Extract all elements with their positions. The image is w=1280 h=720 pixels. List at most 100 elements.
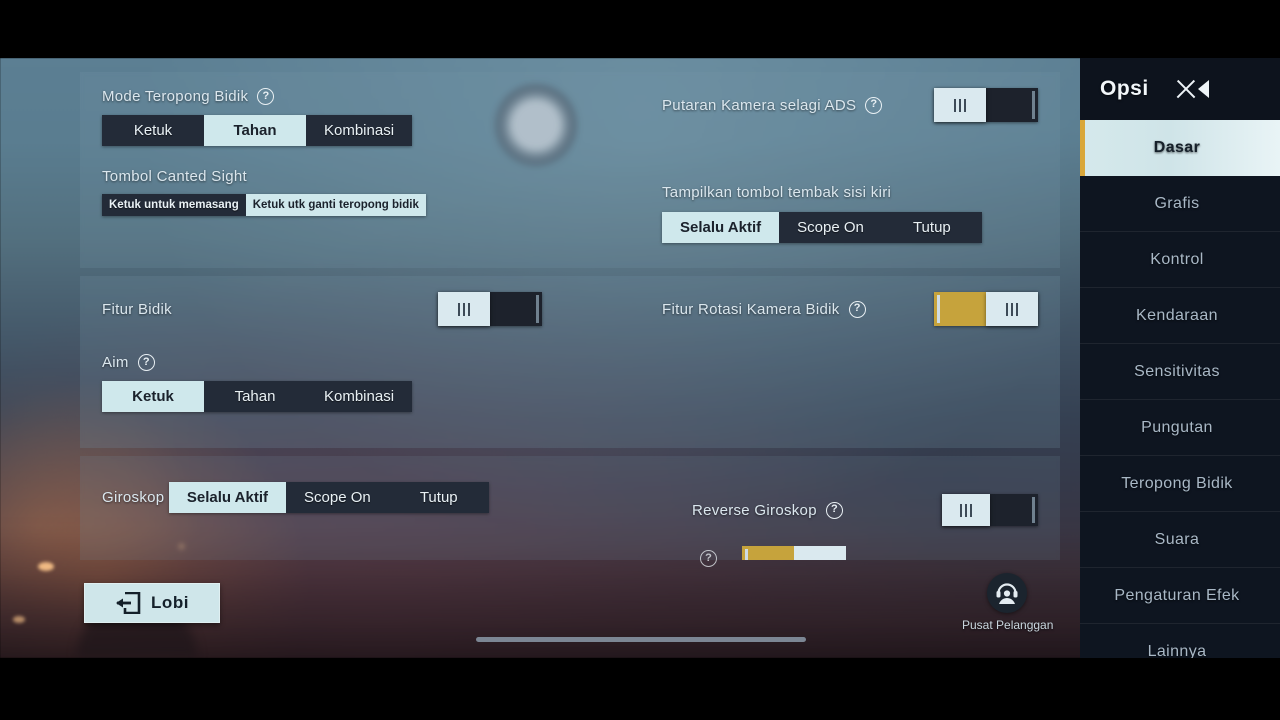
sidebar-item-label: Kendaraan (1136, 306, 1218, 324)
panel2-right-column: Fitur Rotasi Kamera Bidik ? (662, 292, 1038, 412)
aim-option-ketuk[interactable]: Ketuk (102, 381, 204, 412)
gyroscope-option-close[interactable]: Tutup (389, 482, 489, 513)
background-spark (12, 616, 25, 623)
camera-rotation-ads-label: Putaran Kamera selagi ADS (662, 96, 857, 114)
toggle-endcap (1032, 91, 1035, 119)
next-setting-toggle-partial[interactable] (742, 546, 846, 560)
aim-label-row: Aim ? (102, 354, 662, 371)
customer-service-label: Pusat Pelanggan (962, 618, 1054, 632)
help-icon[interactable]: ? (257, 88, 275, 105)
camera-rotation-ads-row: Putaran Kamera selagi ADS ? (662, 88, 1038, 122)
sidebar-item-grafis[interactable]: Grafis (1080, 176, 1280, 232)
letterbox-bottom (0, 658, 1280, 720)
panel1-right-column: Putaran Kamera selagi ADS ? Tampilkan to… (662, 88, 1038, 243)
help-icon-glyph: ? (830, 503, 838, 515)
exit-arrow-icon (115, 591, 141, 615)
help-icon[interactable]: ? (848, 300, 866, 318)
sidebar-item-label: Pengaturan Efek (1114, 586, 1240, 604)
sidebar-item-suara[interactable]: Suara (1080, 512, 1280, 568)
canted-sight-label: Tombol Canted Sight (102, 168, 247, 185)
left-fire-option-close[interactable]: Tutup (882, 212, 982, 243)
sidebar-item-label: Pungutan (1141, 418, 1213, 436)
aim-segmented-control[interactable]: Ketuk Tahan Kombinasi (102, 381, 413, 412)
sidebar-item-label: Lainnya (1147, 642, 1207, 659)
gyroscope-option-always[interactable]: Selalu Aktif (168, 482, 287, 513)
sidebar-item-pungutan[interactable]: Pungutan (1080, 400, 1280, 456)
reverse-gyroscope-label: Reverse Giroskop (692, 501, 817, 519)
customer-service-button[interactable]: Pusat Pelanggan (962, 573, 1054, 632)
camera-rotation-ads-toggle[interactable] (934, 88, 1038, 122)
scope-mode-option-ketuk[interactable]: Ketuk (102, 115, 204, 146)
aim-feature-label: Fitur Bidik (102, 300, 172, 318)
aim-option-tahan[interactable]: Tahan (204, 381, 306, 412)
sidebar-item-lainnya[interactable]: Lainnya (1080, 624, 1280, 659)
game-settings-screen: Mode Teropong Bidik ? Ketuk Tahan Kombin… (0, 0, 1280, 720)
left-fire-button-segmented-control[interactable]: Selalu Aktif Scope On Tutup (662, 212, 982, 243)
sidebar-item-label: Sensitivitas (1134, 362, 1220, 380)
help-icon-glyph: ? (705, 551, 712, 564)
help-icon-glyph: ? (853, 302, 861, 314)
sidebar-title: Opsi (1100, 77, 1149, 100)
close-collapse-group[interactable] (1171, 74, 1209, 104)
help-icon-glyph: ? (870, 98, 878, 110)
toggle-endcap (937, 295, 940, 323)
scope-mode-label: Mode Teropong Bidik (102, 88, 249, 105)
sidebar-item-teropong-bidik[interactable]: Teropong Bidik (1080, 456, 1280, 512)
reverse-gyroscope-toggle[interactable] (942, 494, 1038, 526)
left-fire-option-always[interactable]: Selalu Aktif (662, 212, 780, 243)
customer-support-icon (987, 573, 1027, 613)
gyroscope-label: Giroskop (102, 489, 165, 506)
scope-mode-option-tahan[interactable]: Tahan (204, 115, 306, 146)
gyroscope-segmented-control[interactable]: Selalu Aktif Scope On Tutup (168, 482, 489, 513)
panel-gyroscope-settings: Giroskop Selalu Aktif Scope On Tutup Rev… (80, 456, 1060, 560)
left-fire-option-scope-on[interactable]: Scope On (779, 212, 882, 243)
lobby-button[interactable]: Lobi (84, 583, 220, 623)
scope-mode-option-kombinasi[interactable]: Kombinasi (306, 115, 412, 146)
aim-camera-rotation-label-row: Fitur Rotasi Kamera Bidik ? (662, 300, 866, 318)
horizontal-scroll-indicator[interactable] (476, 637, 806, 642)
settings-content: Mode Teropong Bidik ? Ketuk Tahan Kombin… (80, 72, 1060, 560)
toggle-endcap (1032, 497, 1035, 523)
camera-rotation-ads-label-row: Putaran Kamera selagi ADS ? (662, 96, 883, 114)
scope-mode-label-row: Mode Teropong Bidik ? (102, 88, 662, 105)
canted-sight-segmented-control[interactable]: Ketuk untuk memasang Ketuk utk ganti ter… (102, 194, 426, 216)
toggle-endcap (536, 295, 539, 323)
toggle-knob (438, 292, 490, 326)
help-icon[interactable]: ? (137, 354, 155, 371)
sidebar-item-kontrol[interactable]: Kontrol (1080, 232, 1280, 288)
sidebar-header: Opsi (1080, 58, 1280, 120)
sidebar-item-label: Grafis (1154, 194, 1200, 212)
lobby-button-label: Lobi (151, 593, 189, 612)
aim-feature-row: Fitur Bidik (102, 292, 542, 326)
canted-sight-option-switch[interactable]: Ketuk utk ganti teropong bidik (245, 194, 426, 216)
aim-feature-toggle[interactable] (438, 292, 542, 326)
close-icon[interactable] (1171, 74, 1201, 104)
sidebar-item-pengaturan-efek[interactable]: Pengaturan Efek (1080, 568, 1280, 624)
sidebar-item-label: Teropong Bidik (1121, 474, 1233, 492)
reverse-gyroscope-label-row: Reverse Giroskop ? (692, 501, 843, 519)
help-icon[interactable]: ? (825, 501, 843, 519)
sidebar-item-label: Dasar (1153, 139, 1201, 156)
sidebar-item-label: Suara (1154, 530, 1200, 548)
sidebar-item-label: Kontrol (1150, 250, 1204, 268)
next-setting-help-icon-partial: ? (700, 548, 717, 567)
reverse-gyroscope-row: Reverse Giroskop ? (662, 494, 1038, 526)
sidebar-item-kendaraan[interactable]: Kendaraan (1080, 288, 1280, 344)
sidebar-item-sensitivitas[interactable]: Sensitivitas (1080, 344, 1280, 400)
help-icon-glyph: ? (262, 89, 270, 102)
canted-sight-option-install[interactable]: Ketuk untuk memasang (102, 194, 246, 216)
help-icon-glyph: ? (142, 355, 150, 368)
help-icon[interactable]: ? (865, 96, 883, 114)
aim-label: Aim (102, 354, 129, 371)
scope-mode-segmented-control[interactable]: Ketuk Tahan Kombinasi (102, 115, 413, 146)
help-icon[interactable]: ? (700, 550, 717, 567)
toggle-knob (794, 546, 846, 560)
aim-option-kombinasi[interactable]: Kombinasi (306, 381, 412, 412)
gyroscope-option-scope-on[interactable]: Scope On (286, 482, 389, 513)
panel3-left-column: Giroskop Selalu Aktif Scope On Tutup (102, 472, 662, 526)
panel3-right-column: Reverse Giroskop ? (662, 472, 1038, 526)
aim-camera-rotation-toggle[interactable] (934, 292, 1038, 326)
sidebar-item-dasar[interactable]: Dasar (1080, 120, 1280, 176)
options-sidebar: Opsi Dasar Grafis Kontrol Kendaraan Sensitiv… (1080, 58, 1280, 658)
aim-camera-rotation-label: Fitur Rotasi Kamera Bidik (662, 300, 840, 318)
